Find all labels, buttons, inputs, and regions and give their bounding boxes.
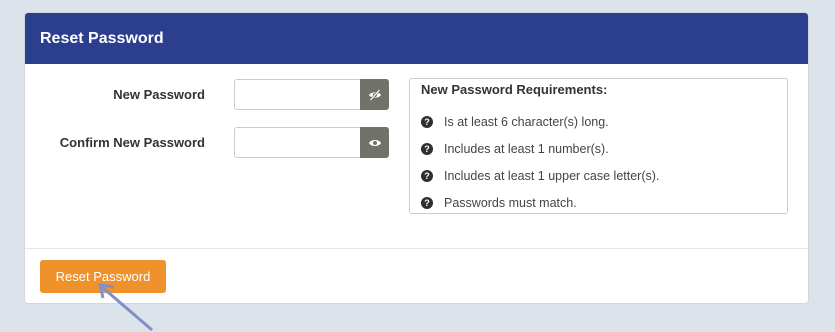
password-requirements-box: New Password Requirements: ? Is at least… [409,78,788,214]
panel-header: Reset Password [25,13,808,64]
requirements-list: ? Is at least 6 character(s) long. ? Inc… [421,108,659,216]
question-circle-icon: ? [421,169,433,182]
toggle-new-password-visibility-button[interactable] [360,79,389,110]
new-password-label: New Password [113,87,205,102]
new-password-group [234,79,389,110]
requirement-text: Includes at least 1 upper case letter(s)… [444,168,660,183]
reset-password-panel: Reset Password New Password Confirm New … [25,13,808,303]
requirement-text: Is at least 6 character(s) long. [444,114,609,129]
requirement-item: ? Includes at least 1 number(s). [421,135,659,162]
eye-icon [368,139,381,146]
question-circle-icon: ? [421,142,433,155]
confirm-password-group [234,127,389,158]
footer-divider [25,248,808,249]
confirm-password-row: Confirm New Password [25,126,205,159]
confirm-password-label: Confirm New Password [59,135,205,150]
requirement-item: ? Is at least 6 character(s) long. [421,108,659,135]
new-password-row: New Password [25,78,205,111]
requirement-text: Includes at least 1 number(s). [444,141,609,156]
requirements-title: New Password Requirements: [421,82,608,97]
requirement-item: ? Includes at least 1 upper case letter(… [421,162,659,189]
question-circle-icon: ? [421,115,433,128]
requirement-text: Passwords must match. [444,195,577,210]
new-password-input[interactable] [234,79,360,110]
question-circle-icon: ? [421,196,433,209]
confirm-password-input[interactable] [234,127,360,158]
requirement-item: ? Passwords must match. [421,189,659,216]
toggle-confirm-password-visibility-button[interactable] [360,127,389,158]
panel-title: Reset Password [40,29,164,47]
pointer-arrow-icon [98,283,153,332]
eye-slash-icon [368,88,381,101]
